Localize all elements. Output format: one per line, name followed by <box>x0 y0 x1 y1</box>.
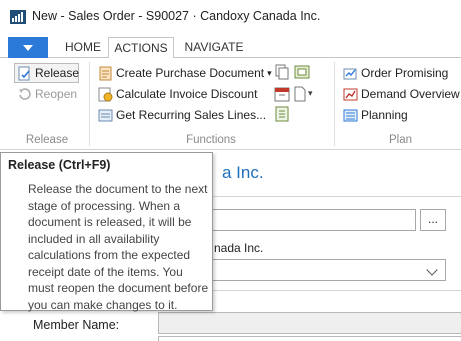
demand-overview-label: Demand Overview <box>361 87 460 101</box>
archive-document-icon[interactable] <box>294 64 310 80</box>
release-button[interactable]: Release <box>17 64 79 82</box>
print-document-icon[interactable] <box>274 106 290 122</box>
field-underline <box>213 290 461 291</box>
tab-home[interactable]: HOME <box>56 37 110 58</box>
section-divider <box>213 196 461 197</box>
demand-overview-button[interactable]: Demand Overview <box>343 85 460 103</box>
app-logo-icon <box>10 10 26 24</box>
page-heading: a Inc. <box>222 163 264 182</box>
purchase-document-icon <box>99 66 112 80</box>
ribbon-tab-strip: HOME ACTIONS NAVIGATE <box>0 37 461 59</box>
release-document-icon <box>18 66 30 80</box>
title-bar: New - Sales Order - S90027 · Candoxy Can… <box>0 0 461 32</box>
calendar-icon[interactable] <box>274 86 290 102</box>
get-recurring-sales-lines-label: Get Recurring Sales Lines... <box>116 108 267 122</box>
customer-name-value: nada Inc. <box>214 241 264 255</box>
member-name-label: Member Name: <box>33 318 120 332</box>
tooltip-title: Release (Ctrl+F9) <box>8 158 111 172</box>
plan-group-label: Plan <box>388 134 413 146</box>
recurring-lines-icon <box>98 109 113 121</box>
order-promising-icon <box>343 68 357 79</box>
reopen-icon <box>19 87 31 100</box>
calculate-invoice-discount-button[interactable]: Calculate Invoice Discount <box>98 85 257 103</box>
contact-select[interactable] <box>205 259 446 281</box>
copy-document-icon[interactable] <box>274 64 290 80</box>
order-promising-button[interactable]: Order Promising <box>343 64 448 82</box>
planning-button[interactable]: Planning <box>343 106 408 124</box>
tab-navigate[interactable]: NAVIGATE <box>178 37 250 58</box>
tab-actions[interactable]: ACTIONS <box>108 37 174 59</box>
release-group-label: Release <box>25 134 69 146</box>
window-title: New - Sales Order - S90027 · Candoxy Can… <box>32 9 321 23</box>
ribbon: Release Reopen Release Create Purchase D… <box>0 58 461 150</box>
functions-group-label: Functions <box>186 134 236 146</box>
next-field[interactable] <box>158 336 461 341</box>
release-label: Release <box>35 66 80 80</box>
dropdown-arrow-icon <box>23 44 33 51</box>
application-menu-button[interactable] <box>8 37 48 58</box>
planning-label: Planning <box>361 108 408 122</box>
customer-no-field[interactable] <box>205 209 416 231</box>
invoice-discount-icon <box>98 87 113 101</box>
lookup-button[interactable]: ... <box>420 209 446 231</box>
new-document-icon[interactable] <box>292 86 308 102</box>
create-purchase-document-label: Create Purchase Document <box>116 66 265 80</box>
reopen-label: Reopen <box>35 87 78 101</box>
dropdown-arrow-icon[interactable]: ▾ <box>308 88 313 99</box>
planning-icon <box>343 109 358 121</box>
tooltip-body: Release the document to the next stage o… <box>28 182 209 312</box>
reopen-button[interactable]: Reopen <box>17 85 77 103</box>
sales-order-window: New - Sales Order - S90027 · Candoxy Can… <box>0 0 461 341</box>
release-tooltip: Release (Ctrl+F9) Release the document t… <box>0 152 213 312</box>
group-separator <box>334 62 335 146</box>
dropdown-arrow-icon: ▾ <box>267 67 272 78</box>
group-separator <box>89 62 90 146</box>
get-recurring-sales-lines-button[interactable]: Get Recurring Sales Lines... <box>98 106 266 124</box>
order-promising-label: Order Promising <box>361 66 449 80</box>
member-name-field[interactable] <box>158 312 461 334</box>
create-purchase-document-button[interactable]: Create Purchase Document ▾ <box>98 64 272 82</box>
calculate-invoice-discount-label: Calculate Invoice Discount <box>116 87 258 101</box>
demand-overview-icon <box>343 88 358 100</box>
